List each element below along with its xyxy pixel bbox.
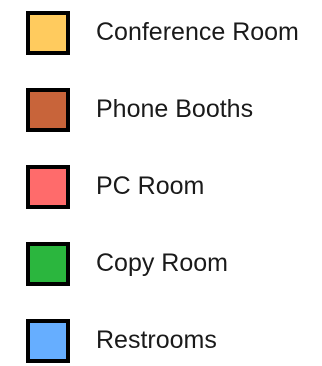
- room-type-legend: Conference Room Phone Booths PC Room Cop…: [26, 7, 316, 366]
- legend-item-restrooms: Restrooms: [26, 315, 316, 366]
- legend-item-pc-room: PC Room: [26, 161, 316, 212]
- legend-item-phone-booths: Phone Booths: [26, 84, 316, 135]
- legend-label: Phone Booths: [96, 95, 254, 123]
- legend-item-conference-room: Conference Room: [26, 7, 316, 58]
- legend-label: PC Room: [96, 172, 205, 200]
- phone-booths-swatch: [26, 87, 70, 132]
- restrooms-swatch: [26, 318, 70, 363]
- copy-room-swatch: [26, 241, 70, 286]
- legend-label: Conference Room: [96, 18, 299, 46]
- conference-room-swatch: [26, 10, 70, 55]
- legend-label: Restrooms: [96, 326, 217, 354]
- pc-room-swatch: [26, 164, 70, 209]
- legend-item-copy-room: Copy Room: [26, 238, 316, 289]
- legend-label: Copy Room: [96, 249, 228, 277]
